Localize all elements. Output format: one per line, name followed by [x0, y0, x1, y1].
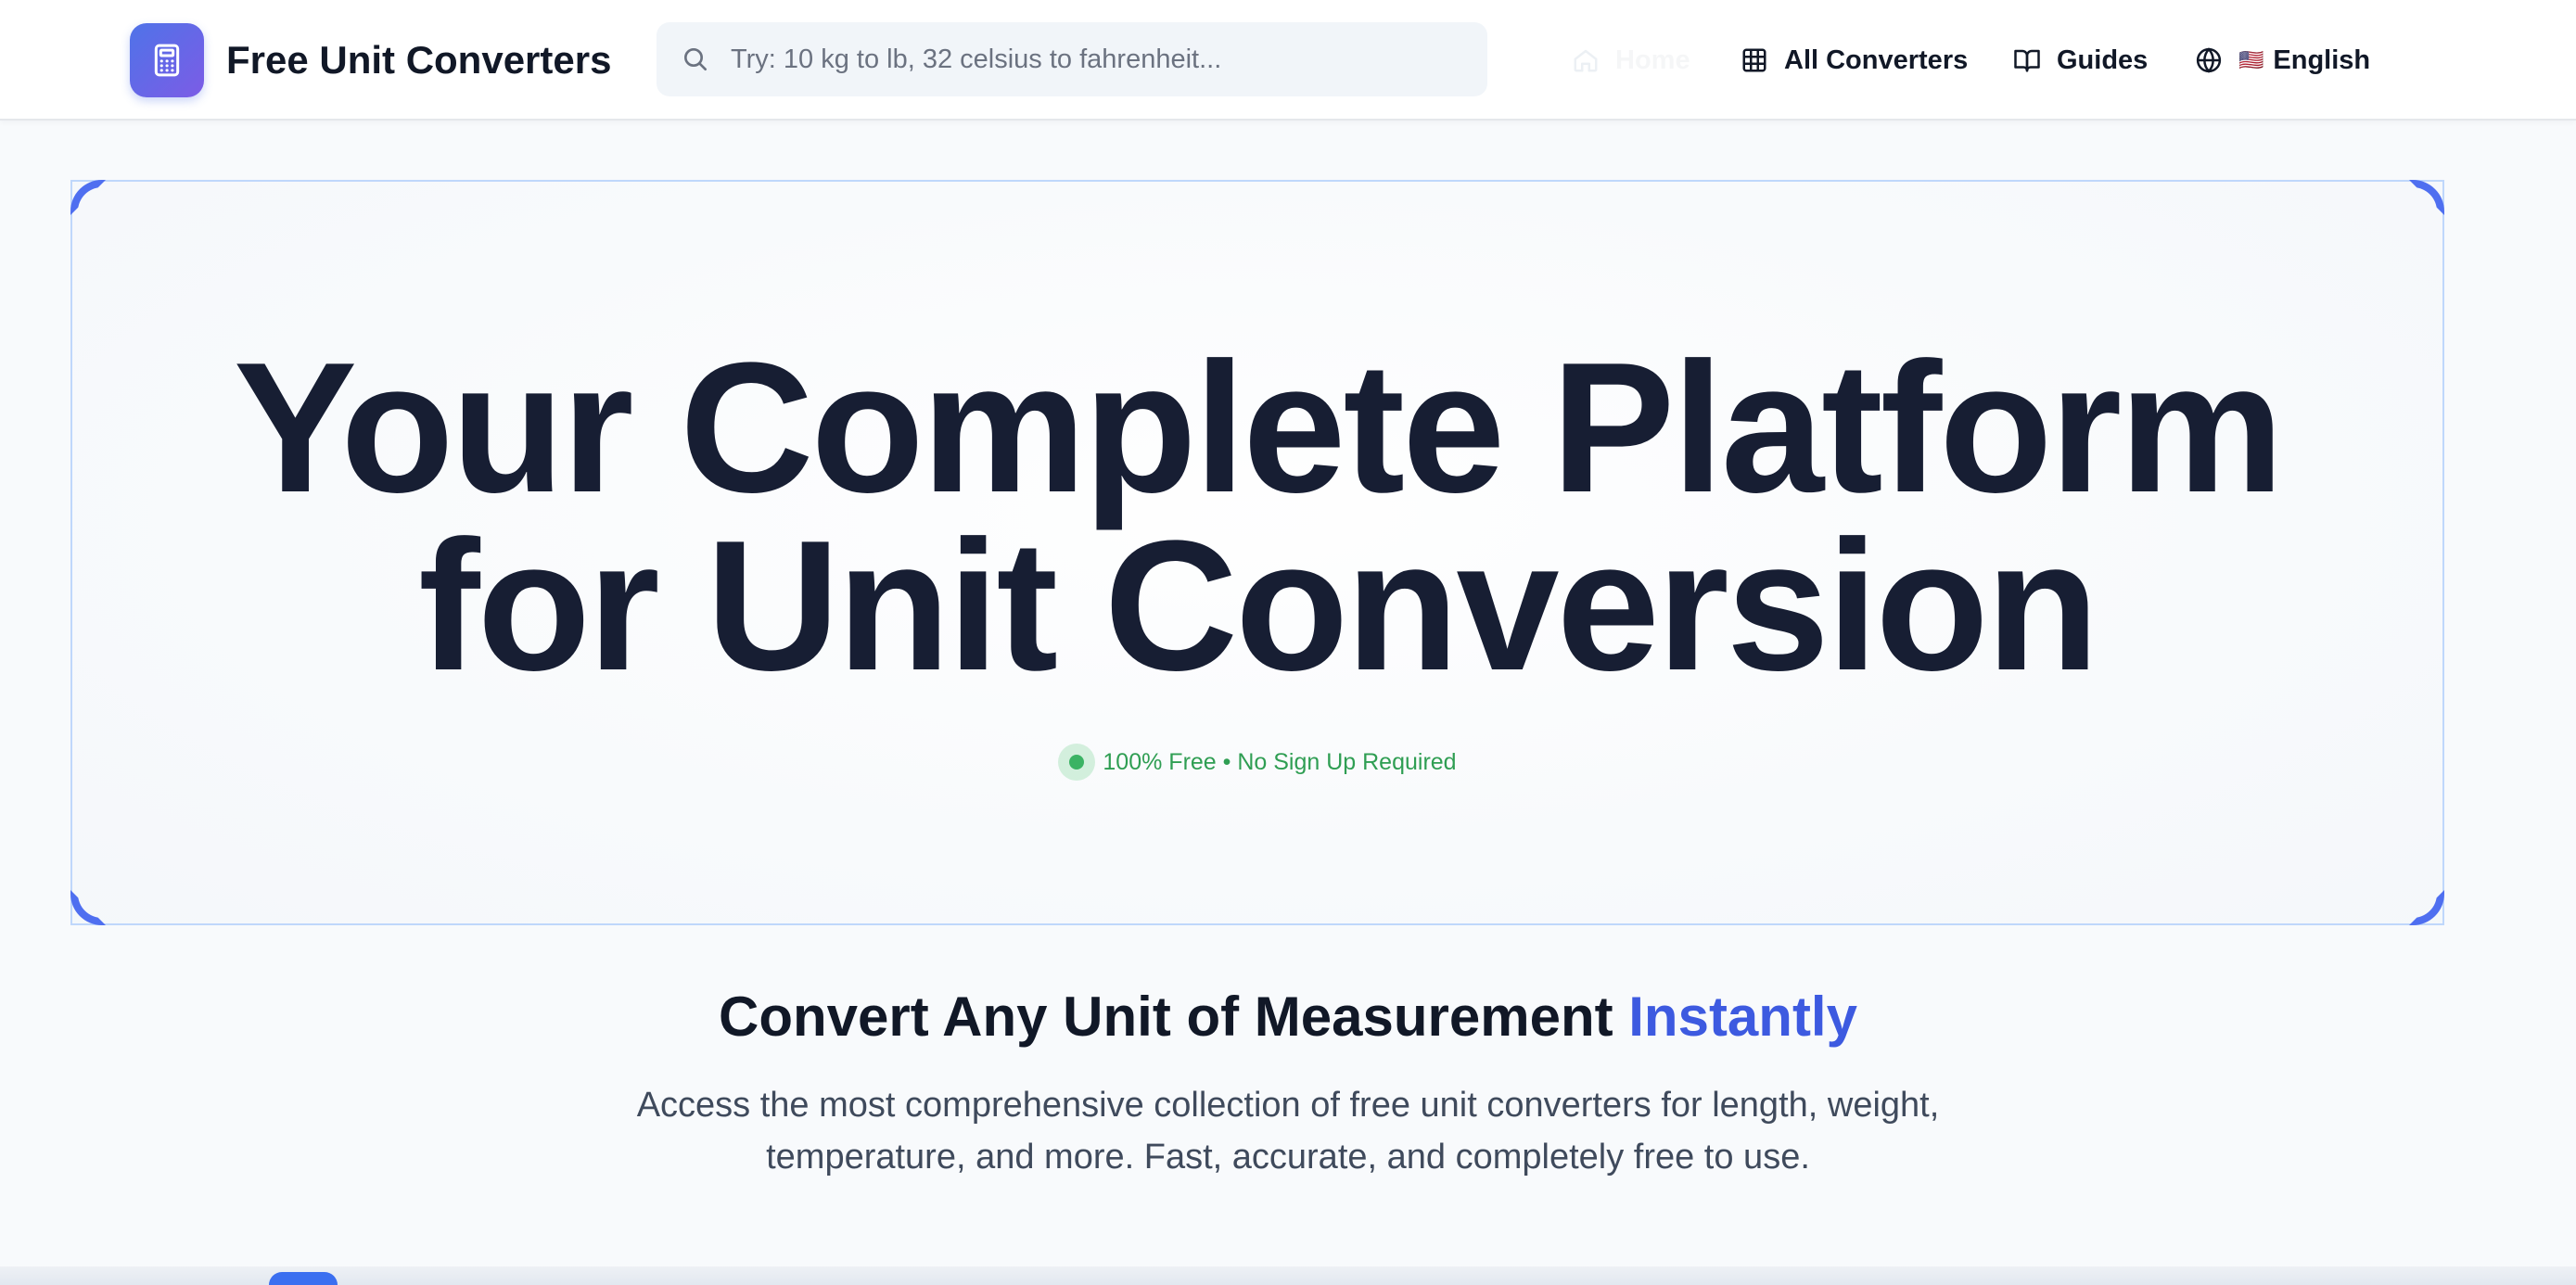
free-badge: 100% Free • No Sign Up Required — [72, 744, 2442, 781]
search-icon — [679, 43, 712, 76]
status-dot-icon — [1058, 744, 1096, 781]
free-badge-label: 100% Free • No Sign Up Required — [1103, 748, 1457, 775]
nav-home-label: Home — [1615, 45, 1690, 75]
next-section-chip — [269, 1272, 338, 1285]
top-navbar: Free Unit Converters Home — [0, 0, 2576, 121]
language-selector[interactable]: 🇺🇸 English — [2194, 41, 2370, 80]
nav-guides-label: Guides — [2057, 45, 2149, 75]
hero-title-line-2: for Unit Conversion — [418, 503, 2099, 709]
home-icon — [1571, 45, 1600, 75]
globe-icon — [2194, 45, 2224, 75]
next-section-edge — [0, 1266, 2576, 1285]
nav-all-converters[interactable]: All Converters — [1740, 41, 1968, 80]
section-heading: Convert Any Unit of Measurement Instantl… — [0, 983, 2576, 1051]
corner-accent-bottom-left — [70, 890, 106, 925]
brand-name[interactable]: Free Unit Converters — [226, 37, 611, 83]
hero-title: Your Complete Platform for Unit Conversi… — [72, 324, 2442, 709]
section-description: Access the most comprehensive collection… — [636, 1086, 1940, 1177]
language-label: English — [2273, 45, 2371, 75]
grid-icon — [1740, 45, 1769, 75]
nav-home[interactable]: Home — [1571, 41, 1690, 80]
page: Free Unit Converters Home — [0, 0, 2576, 1285]
hero-title-line-1: Your Complete Platform — [233, 324, 2284, 531]
section-heading-main: Convert Any Unit of Measurement — [719, 986, 1629, 1048]
book-open-icon — [2012, 45, 2042, 75]
nav-guides[interactable]: Guides — [2012, 41, 2148, 80]
corner-accent-bottom-right — [2409, 890, 2444, 925]
corner-accent-top-left — [70, 180, 106, 215]
search-input[interactable] — [712, 22, 1487, 96]
hero-card: Your Complete Platform for Unit Conversi… — [70, 180, 2444, 925]
nav-all-converters-label: All Converters — [1784, 45, 1969, 75]
section-heading-accent: Instantly — [1628, 986, 1857, 1048]
corner-accent-top-right — [2409, 180, 2444, 215]
search-box[interactable] — [657, 22, 1487, 96]
logo-calculator-icon[interactable] — [130, 23, 204, 97]
us-flag-icon: 🇺🇸 — [2238, 48, 2264, 71]
